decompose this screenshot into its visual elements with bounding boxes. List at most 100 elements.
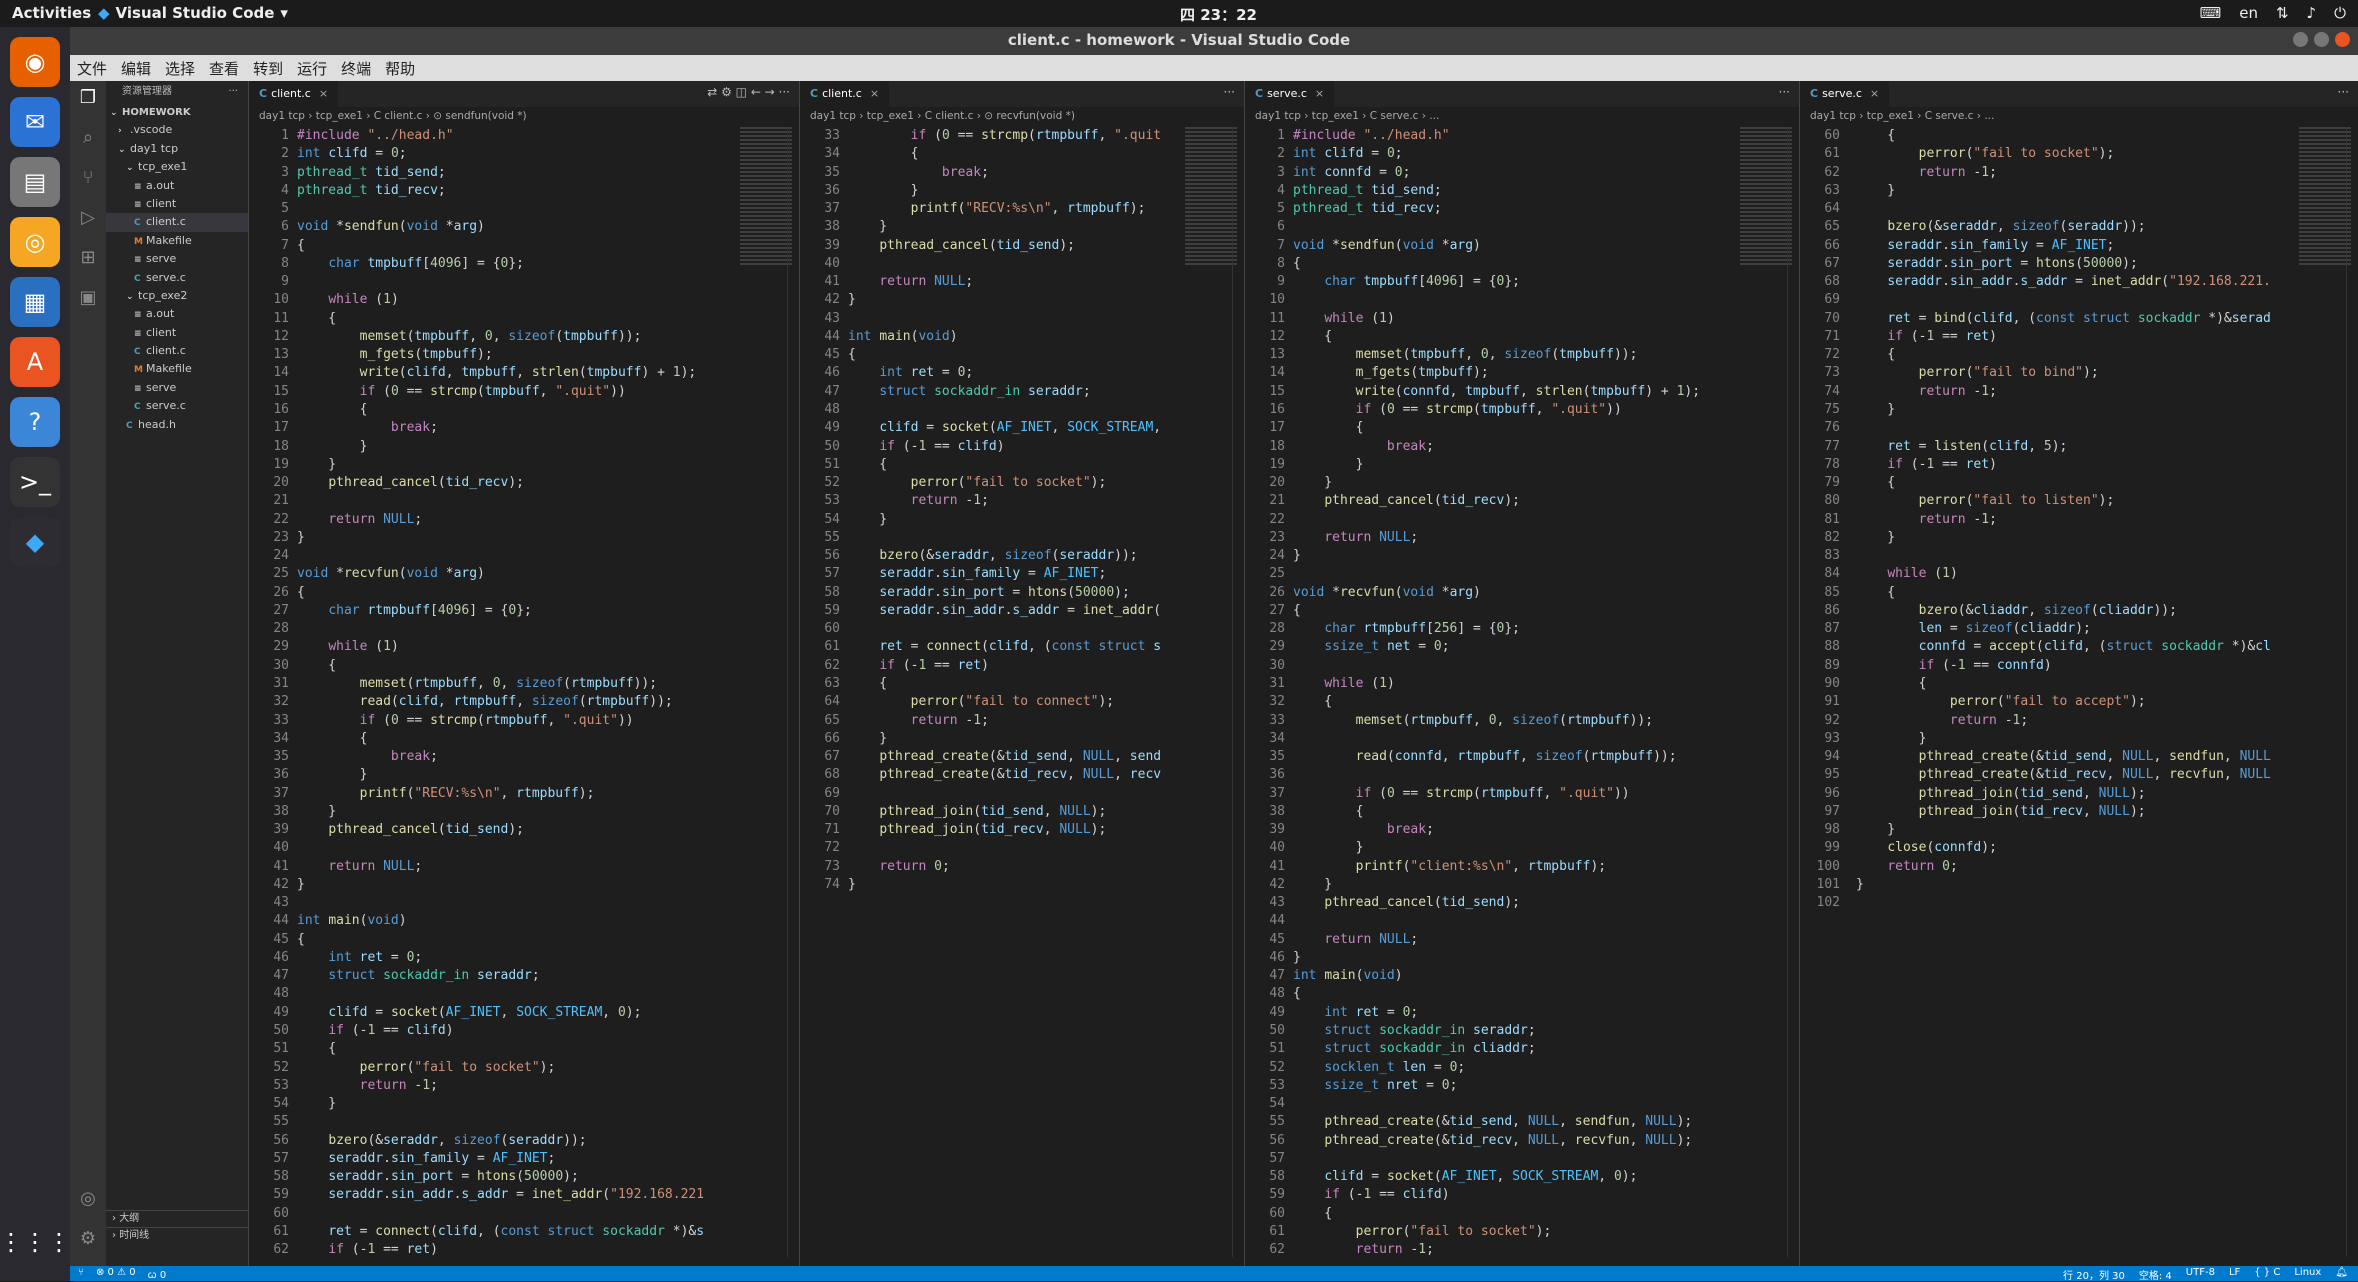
indentation[interactable]: 空格: 4 [2139,1267,2172,1282]
writer-icon[interactable]: ▦ [10,277,60,327]
file-tree-item[interactable]: ⌄ tcp_exe2 [106,287,248,305]
file-tree-item[interactable]: Cserve.c [106,269,248,287]
close-tab-icon[interactable]: × [1870,87,1879,100]
encoding[interactable]: UTF-8 [2186,1267,2215,1282]
file-tree-item[interactable]: Cclient.c [106,342,248,360]
minimize-button[interactable] [2293,32,2308,47]
account-icon[interactable]: ◎ [75,1186,101,1212]
minimap[interactable] [740,127,792,267]
outline-section[interactable]: › 大纲 [106,1210,248,1227]
source-control-icon[interactable]: ⑂ [75,165,101,191]
file-tree-item[interactable]: ≡ a.out [106,305,248,323]
editor-tab[interactable]: Cserve.c × [1800,81,1890,107]
file-tree-item[interactable]: ≡ a.out [106,177,248,195]
editor-actions[interactable]: ··· [1779,85,1790,99]
firefox-icon[interactable]: ◉ [10,37,60,87]
platform[interactable]: Linux [2294,1267,2321,1282]
file-tree-item[interactable]: Cclient.c [106,213,248,232]
editor-tab[interactable]: Cclient.c × [800,81,890,107]
thunderbird-icon[interactable]: ✉ [10,97,60,147]
code-editor[interactable]: 1 #include "../head.h" 2 int clifd = 0; 3 pth… [249,127,800,1266]
menu-item[interactable]: 终端 [334,55,378,81]
vertical-scrollbar[interactable] [2346,127,2358,1257]
minimap[interactable] [2299,127,2351,267]
vscode-icon[interactable]: ◆ [10,517,60,567]
file-tree-item[interactable]: Chead.h [106,416,248,434]
file-tree-item[interactable]: M Makefile [106,232,248,250]
code-editor[interactable]: 1 #include "../head.h" 2 int clifd = 0; 3 int… [1245,127,1800,1266]
terminal-icon[interactable]: >_ [10,457,60,507]
eol[interactable]: LF [2229,1267,2240,1282]
activities-button[interactable]: Activities [12,4,91,22]
line-number: 51 [824,456,840,472]
problems-indicator[interactable]: ⊗ 0 ⚠ 0 [96,1267,136,1281]
breadcrumb[interactable]: day1 tcp › tcp_exe1 › C serve.c › ... [1810,110,1994,122]
breadcrumb[interactable]: day1 tcp › tcp_exe1 › C client.c › ⊙ rec… [810,110,1075,122]
editor-actions[interactable]: ··· [2338,85,2349,99]
minimap[interactable] [1740,127,1792,267]
code-editor[interactable]: 60 {61 perror("fail to socket"); 62 retur… [1800,127,2358,1266]
notifications-icon[interactable]: 🔔︎ [2335,1267,2348,1282]
run-debug-icon[interactable]: ▷ [75,205,101,231]
close-tab-icon[interactable]: × [319,87,328,100]
editor-tab[interactable]: Cclient.c × [249,81,339,107]
keyboard-icon[interactable]: ⌨ [2200,4,2222,22]
software-icon[interactable]: A [10,337,60,387]
close-tab-icon[interactable]: × [1315,87,1324,100]
menu-item[interactable]: 编辑 [114,55,158,81]
editor-tab[interactable]: Cserve.c × [1245,81,1335,107]
language-indicator[interactable]: en [2239,4,2258,22]
clock[interactable]: 四 23：22 [1180,4,1257,25]
search-icon[interactable]: ⌕ [75,125,101,151]
minimap[interactable] [1185,127,1237,267]
code-editor[interactable]: 33 if (0 == strcmp(rtmpbuff, ".quit 34 {3… [800,127,1245,1266]
file-tree-item[interactable]: Cserve.c [106,397,248,415]
cursor-position[interactable]: 行 20，列 30 [2063,1267,2125,1282]
power-icon[interactable]: ⏻ [2334,4,2346,22]
close-tab-icon[interactable]: × [870,87,879,100]
file-tree-item[interactable]: ⌄ tcp_exe1 [106,158,248,176]
file-tree-item[interactable]: ≡ client [106,324,248,342]
file-tree-item[interactable]: › .vscode [106,121,248,139]
language-mode[interactable]: { } C [2254,1267,2280,1282]
timeline-section[interactable]: › 时间线 [106,1227,248,1244]
files-icon[interactable]: ▤ [10,157,60,207]
line-text: pthread_t tid_recv; [1293,201,1442,217]
menu-item[interactable]: 查看 [202,55,246,81]
editor-actions[interactable]: ··· [1224,85,1235,99]
file-tree-item[interactable]: ≡ serve [106,379,248,397]
maximize-button[interactable] [2314,32,2329,47]
rhythmbox-icon[interactable]: ◎ [10,217,60,267]
file-tree-item[interactable]: ⌄ day1 tcp [106,140,248,158]
line-text: } [848,219,888,235]
file-tree-item[interactable]: ≡ serve [106,250,248,268]
outline-label: 大纲 [119,1213,140,1224]
remote-explorer-icon[interactable]: ▣ [75,285,101,311]
menu-item[interactable]: 转到 [246,55,290,81]
file-tree-item[interactable]: ⌄ HOMEWORK [106,103,248,121]
app-menu[interactable]: ◆ Visual Studio Code ▾ [98,4,288,22]
menu-item[interactable]: 文件 [70,55,114,81]
gear-icon[interactable]: ⚙ [75,1226,101,1252]
menu-item[interactable]: 选择 [158,55,202,81]
show-applications-icon[interactable]: ⋮⋮⋮ [0,1217,71,1267]
remote-indicator[interactable]: ⑂ [78,1267,84,1281]
menu-item[interactable]: 帮助 [378,55,422,81]
file-tree-item[interactable]: ≡ client [106,195,248,213]
file-tree-item[interactable]: M Makefile [106,360,248,378]
code-line: 28 char rtmpbuff[256] = {0}; [1245,620,1800,638]
network-icon[interactable]: ⇅ [2276,4,2289,22]
volume-icon[interactable]: ♪ [2307,4,2317,22]
line-text: write(connfd, tmpbuff, strlen(tmpbuff) +… [1355,383,1701,399]
breadcrumb[interactable]: day1 tcp › tcp_exe1 › C serve.c › ... [1255,110,1439,122]
editor-actions[interactable]: ⇄ ⚙ ◫ ← → ··· [707,85,790,99]
close-button[interactable] [2335,32,2350,47]
system-tray[interactable]: ⌨ en ⇅ ♪ ⏻ [2200,4,2346,22]
help-icon[interactable]: ? [10,397,60,447]
extensions-icon[interactable]: ⊞ [75,245,101,271]
menu-item[interactable]: 运行 [290,55,334,81]
ports-indicator[interactable]: ꞷ 0 [148,1267,167,1281]
breadcrumb[interactable]: day1 tcp › tcp_exe1 › C client.c › ⊙ sen… [259,110,527,122]
explorer-icon[interactable]: ❐ [75,85,101,111]
more-actions-icon[interactable]: ··· [228,81,238,103]
